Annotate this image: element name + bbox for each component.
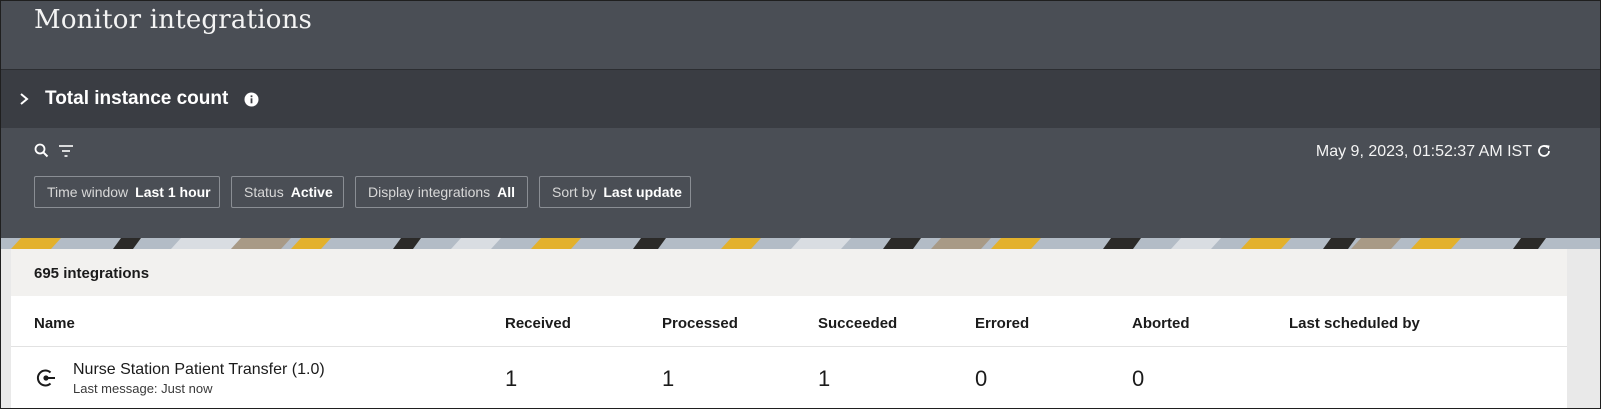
received-count: 1 xyxy=(505,366,518,391)
time-window-filter-chip[interactable]: Time window Last 1 hour xyxy=(34,176,220,208)
monitor-integrations-page: Monitor integrations Total instance coun… xyxy=(0,0,1601,409)
sort-by-chip[interactable]: Sort by Last update xyxy=(539,176,691,208)
filter-icon[interactable] xyxy=(58,144,74,158)
chevron-right-icon[interactable] xyxy=(18,92,30,106)
integrations-count: 695 integrations xyxy=(34,265,150,282)
filter-toolbar: May 9, 2023, 01:52:37 AM IST Time window… xyxy=(1,128,1600,238)
refresh-icon[interactable] xyxy=(1536,143,1552,159)
total-instance-count-title[interactable]: Total instance count xyxy=(45,88,228,110)
processed-count: 1 xyxy=(662,366,675,391)
list-right-gutter xyxy=(1567,249,1600,408)
last-refreshed-timestamp: May 9, 2023, 01:52:37 AM IST xyxy=(1315,143,1532,160)
column-header-aborted: Aborted xyxy=(1132,315,1190,332)
header-divider xyxy=(11,346,1567,347)
errored-count: 0 xyxy=(975,366,988,391)
chip-value: All xyxy=(497,184,516,200)
aborted-count: 0 xyxy=(1132,366,1145,391)
info-icon[interactable] xyxy=(244,92,259,107)
total-instance-count-panel[interactable]: Total instance count xyxy=(1,69,1600,129)
status-filter-chip[interactable]: Status Active xyxy=(231,176,344,208)
column-header-last-scheduled-by: Last scheduled by xyxy=(1289,315,1420,332)
chip-label: Sort by xyxy=(552,184,597,200)
integration-name-link[interactable]: Nurse Station Patient Transfer (1.0) xyxy=(73,361,325,379)
column-header-errored: Errored xyxy=(975,315,1030,332)
chip-value: Last update xyxy=(603,184,682,200)
chip-value: Active xyxy=(290,184,333,200)
page-title: Monitor integrations xyxy=(34,5,313,35)
chip-label: Time window xyxy=(47,184,129,200)
decorative-banner xyxy=(1,238,1600,249)
last-message-text: Last message: Just now xyxy=(73,381,213,396)
chip-label: Status xyxy=(244,184,284,200)
column-header-received: Received xyxy=(505,315,571,332)
integrations-list: 695 integrations Name Received Processed… xyxy=(11,249,1567,408)
display-integrations-filter-chip[interactable]: Display integrations All xyxy=(355,176,528,208)
column-header-processed: Processed xyxy=(662,315,738,332)
column-header-name: Name xyxy=(34,315,75,332)
list-left-gutter xyxy=(1,249,11,408)
integration-pattern-icon xyxy=(36,369,55,387)
integrations-count-bar: 695 integrations xyxy=(11,249,1567,296)
succeeded-count: 1 xyxy=(818,366,831,391)
chip-label: Display integrations xyxy=(368,184,491,200)
search-icon[interactable] xyxy=(34,143,49,158)
page-header: Monitor integrations xyxy=(1,1,1600,69)
column-header-succeeded: Succeeded xyxy=(818,315,898,332)
chip-value: Last 1 hour xyxy=(135,184,211,200)
